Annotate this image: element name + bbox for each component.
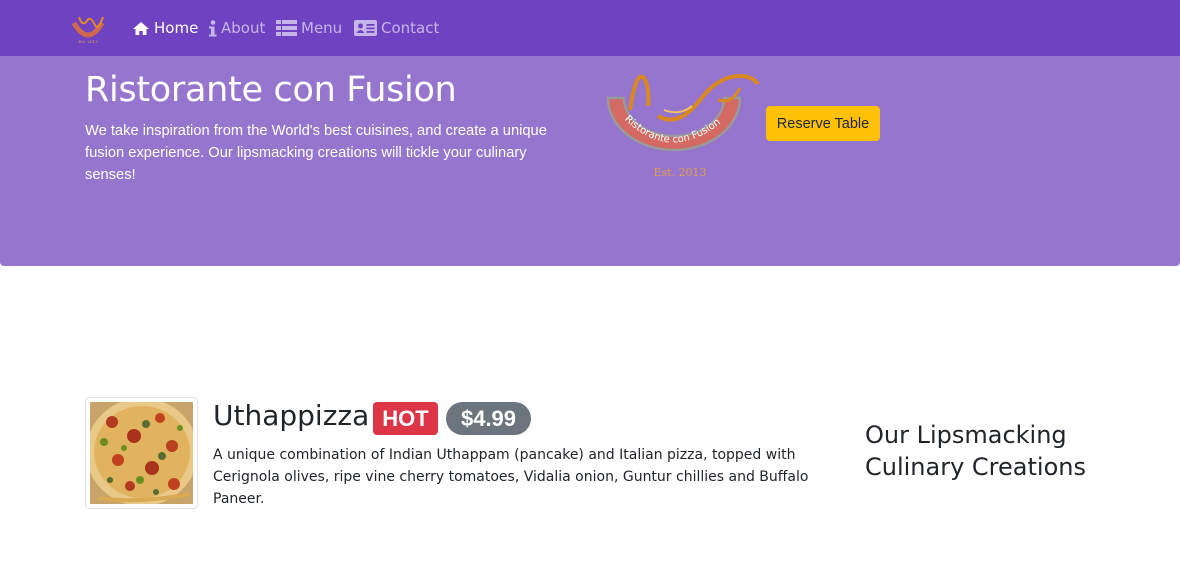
nav-menu[interactable]: Menu [276,17,342,39]
nav-home[interactable]: Home [132,17,198,39]
reserve-table-button[interactable]: Reserve Table [766,106,880,141]
pizza-image [86,398,198,506]
jumbotron-description: We take inspiration from the World's bes… [85,123,547,183]
jumbotron: Ristorante con Fusion We take inspiratio… [0,56,1180,266]
nav-contact-label: Contact [381,19,440,37]
dish-name: Uthappizza [213,399,370,432]
page-title: Ristorante con Fusion [85,70,457,110]
nav-about[interactable]: About [208,17,265,39]
dish-image [85,397,198,509]
logo-est-text: Est. 2013 [653,166,706,179]
nav-menu-label: Menu [301,19,343,37]
featured-heading: Our Lipsmacking Culinary Creations [865,421,1086,481]
dish-description: A unique combination of Indian Uthappam … [213,447,809,507]
hot-badge: HOT [373,402,438,435]
brand-logo[interactable]: Est. 2013 [70,13,106,45]
restaurant-logo-icon: Ristorante con Fusion Est. 2013 [606,73,760,179]
price-badge: $4.99 [446,402,531,435]
address-card-icon [354,20,377,36]
info-icon [209,19,217,36]
restaurant-logo-icon: Est. 2013 [71,16,105,44]
nav-home-label: Home [154,19,199,37]
home-icon [133,21,149,35]
nav-about-label: About [221,19,266,37]
navbar: Est. 2013 Home About Menu Contact [0,0,1180,56]
list-icon [276,20,297,36]
hero-logo: Ristorante con Fusion Est. 2013 [600,70,765,182]
svg-text:Est. 2013: Est. 2013 [78,39,98,44]
nav-contact[interactable]: Contact [354,17,439,39]
